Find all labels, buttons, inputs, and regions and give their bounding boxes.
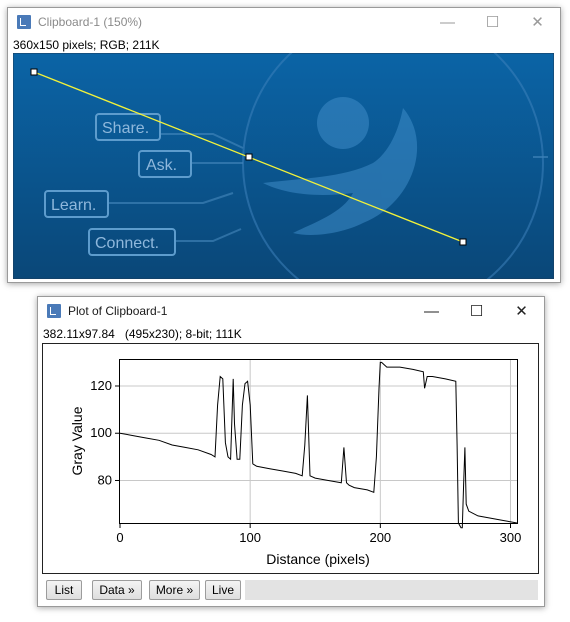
banner-label-ask: Ask. [146,157,177,174]
more-menu-button[interactable]: More » [149,580,200,600]
image-info-text: 360x150 pixels; RGB; 211K [13,38,160,52]
line-handle-start[interactable] [30,68,38,76]
plot-window: Plot of Clipboard-1 — ☐ ✕ 382.11x97.84 (… [37,296,545,607]
profile-plot[interactable]: 0 100 200 300 80 100 120 Distance (pixels) Gra… [42,343,539,574]
x-tick-label: 200 [369,530,391,545]
x-axis-label: Distance (pixels) [266,551,369,567]
minimize-button[interactable]: — [409,297,454,325]
image-window-title: Clipboard-1 (150%) [38,15,143,29]
x-tick-label: 100 [239,530,261,545]
image-canvas[interactable]: Share. Ask. Learn. Connect. [13,53,554,279]
y-tick-label: 120 [90,378,112,393]
maximize-button[interactable]: ☐ [454,297,499,325]
banner-label-learn: Learn. [51,197,96,214]
maximize-button[interactable]: ☐ [470,8,515,36]
y-tick-label: 100 [90,425,112,440]
imagej-app-icon [17,15,31,29]
imagej-app-icon [47,304,61,318]
image-window-titlebar[interactable]: Clipboard-1 (150%) — ☐ ✕ [8,8,560,36]
banner-label-share: Share. [102,120,149,137]
status-field [245,580,538,600]
image-window: Clipboard-1 (150%) — ☐ ✕ 360x150 pixels;… [7,7,561,283]
line-handle-end[interactable] [459,238,467,246]
close-button[interactable]: ✕ [515,8,560,36]
line-handle-mid[interactable] [245,153,253,161]
x-tick-label: 300 [500,530,522,545]
plot-window-title: Plot of Clipboard-1 [68,304,168,318]
data-menu-button[interactable]: Data » [92,580,142,600]
plot-window-titlebar[interactable]: Plot of Clipboard-1 — ☐ ✕ [38,297,544,325]
banner-label-connect: Connect. [95,235,159,252]
close-button[interactable]: ✕ [499,297,544,325]
live-button[interactable]: Live [205,580,241,600]
plot-info-text: 382.11x97.84 (495x230); 8-bit; 111K [43,327,242,341]
y-tick-label: 80 [98,472,112,487]
minimize-button[interactable]: — [425,8,470,36]
y-axis-label: Gray Value [69,406,85,475]
x-tick-label: 0 [116,530,123,545]
list-button[interactable]: List [46,580,82,600]
